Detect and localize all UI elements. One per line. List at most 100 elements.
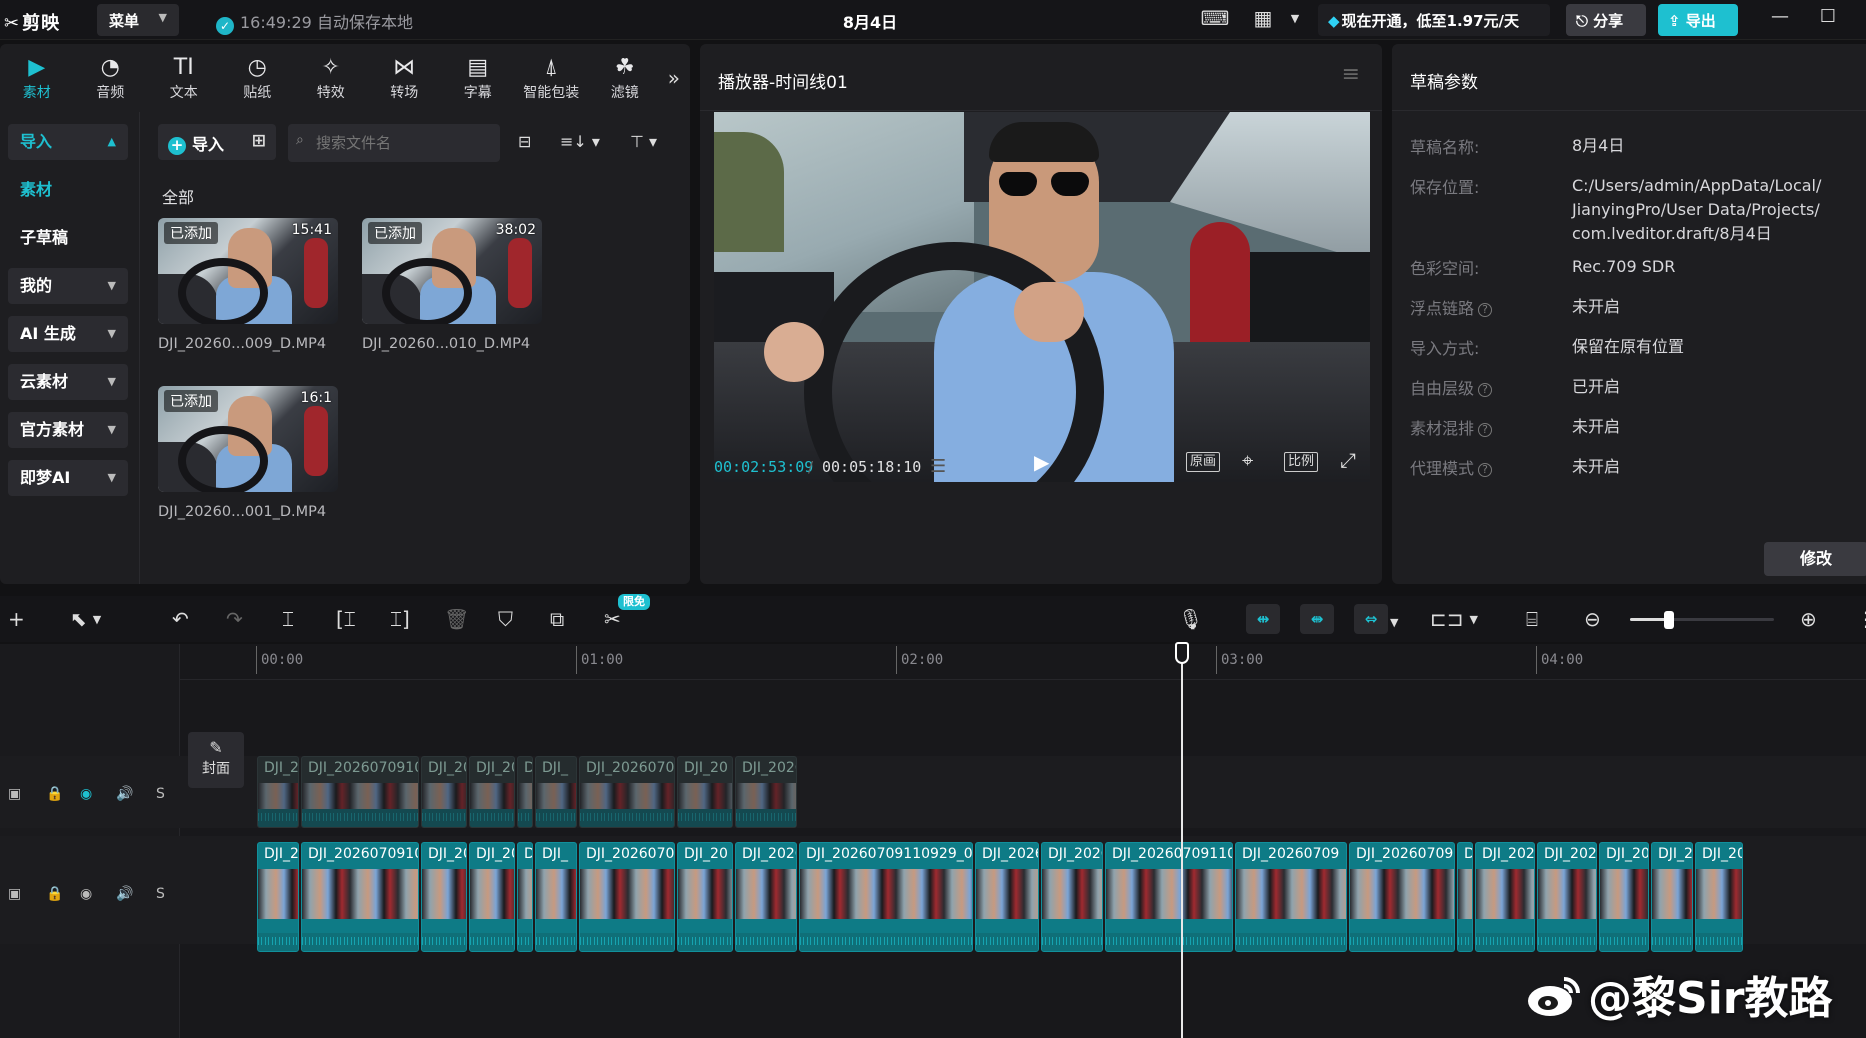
zoom-out-icon[interactable]: ⊖: [1584, 606, 1601, 632]
filter-sort-icon[interactable]: ⊤ ▾: [630, 132, 657, 151]
preview-axis-icon[interactable]: ⊏⊐ ▼: [1430, 606, 1478, 632]
cover-button[interactable]: ✎ 封面: [188, 732, 244, 788]
playhead[interactable]: [1181, 644, 1183, 1038]
timeline-clip[interactable]: DJI_202: [1475, 842, 1535, 952]
timeline-clip[interactable]: DJI_: [535, 842, 577, 952]
volume-icon[interactable]: 🔊: [116, 786, 133, 802]
tab-audio[interactable]: ◔ 音频: [74, 44, 148, 112]
timeline-clip[interactable]: DJI_2026: [1041, 842, 1103, 952]
timeline-clip[interactable]: DJI_2026: [735, 842, 797, 952]
auto-snap-toggle[interactable]: ⇼: [1300, 604, 1334, 634]
timeline-clip[interactable]: DJI_20: [421, 756, 467, 828]
marker-icon[interactable]: ⛉: [498, 606, 513, 632]
sidebar-item-subdraft[interactable]: 子草稿: [8, 220, 131, 256]
timeline-clip[interactable]: D: [517, 756, 533, 828]
timeline-clip[interactable]: DJI_2026: [975, 842, 1039, 952]
tab-transition[interactable]: ⋈ 转场: [368, 44, 442, 112]
help-icon[interactable]: ?: [1478, 463, 1493, 477]
zoom-knob[interactable]: [1663, 611, 1674, 629]
import-button[interactable]: + 导入 ⊞: [158, 124, 276, 160]
search-input[interactable]: [288, 124, 500, 162]
select-pointer-icon[interactable]: ⬉ ▼: [70, 606, 101, 632]
tab-smart-package[interactable]: ⍋ 智能包装: [515, 44, 589, 112]
qr-grid-icon[interactable]: ⊞: [252, 131, 266, 151]
maximize-button[interactable]: ☐: [1810, 6, 1846, 34]
smart-cut-icon[interactable]: ✂: [604, 606, 621, 632]
timeline-clip[interactable]: DJI_2: [257, 756, 299, 828]
help-icon[interactable]: ?: [1478, 423, 1493, 437]
timeline-clip[interactable]: DJI_202: [1695, 842, 1743, 952]
timeline-clip[interactable]: DJI_20: [677, 842, 733, 952]
aspect-ratio-button[interactable]: 比例: [1284, 452, 1319, 472]
timeline-clip[interactable]: DJI_2: [1651, 842, 1693, 952]
sidebar-item-official[interactable]: 官方素材 ▼: [8, 412, 128, 448]
tab-media[interactable]: ▶ 素材: [0, 44, 74, 112]
delete-icon[interactable]: 🗑: [444, 606, 469, 632]
frame-grid-icon[interactable]: ☰: [930, 456, 946, 477]
timeline-clip[interactable]: D: [517, 842, 533, 952]
vip-promo-button[interactable]: ◆ 现在开通，低至1.97元/天: [1318, 4, 1550, 36]
play-button[interactable]: ▶: [1034, 450, 1058, 476]
eye-icon[interactable]: ◉: [80, 786, 92, 802]
time-ruler[interactable]: 00:00 01:00 02:00 03:00 04:00: [180, 644, 1866, 680]
trim-right-icon[interactable]: ⌶]: [390, 606, 410, 632]
linkage-chevron-icon[interactable]: ▼: [1390, 610, 1398, 636]
sidebar-item-cloud[interactable]: 云素材 ▼: [8, 364, 128, 400]
layout-icon[interactable]: ▦: [1248, 6, 1278, 34]
original-quality-button[interactable]: 原画: [1186, 452, 1221, 472]
timeline-clip[interactable]: DJI_20260709: [1235, 842, 1347, 952]
timeline-clip[interactable]: DJI_2026: [1537, 842, 1597, 952]
timeline-clip[interactable]: DJI_2026070: [579, 756, 675, 828]
sidebar-item-jimeng-ai[interactable]: 即梦AI ▼: [8, 460, 128, 496]
tab-sticker[interactable]: ◷ 贴纸: [221, 44, 295, 112]
timeline-clip[interactable]: DJI_20: [1599, 842, 1649, 952]
tab-filter[interactable]: ☘ 滤镜: [588, 44, 662, 112]
eye-icon[interactable]: ◉: [80, 886, 92, 902]
timeline-clip[interactable]: D: [1457, 842, 1473, 952]
playhead-handle[interactable]: [1175, 642, 1189, 664]
screenshot-focus-icon[interactable]: ⌖: [1242, 448, 1253, 472]
fit-timeline-icon[interactable]: ⌸: [1526, 606, 1538, 632]
microphone-icon[interactable]: 🎙: [1178, 606, 1203, 632]
hamburger-menu-icon[interactable]: ≡: [1342, 62, 1360, 87]
sidebar-item-mine[interactable]: 我的 ▼: [8, 268, 128, 304]
menu-button[interactable]: 菜单 ▼: [97, 4, 179, 36]
sidebar-item-ai-generate[interactable]: AI 生成 ▼: [8, 316, 128, 352]
main-track-magnet-toggle[interactable]: ⇹: [1246, 604, 1280, 634]
tab-text[interactable]: TI 文本: [147, 44, 221, 112]
zoom-in-icon[interactable]: ⊕: [1800, 606, 1817, 632]
timeline-clip[interactable]: DJI_20260709: [1349, 842, 1455, 952]
timeline-clip[interactable]: DJI_20: [677, 756, 733, 828]
share-button[interactable]: ⎋ 分享: [1566, 4, 1646, 36]
zoom-slider[interactable]: [1630, 611, 1774, 629]
timeline-clip[interactable]: DJI_2026070910: [301, 756, 419, 828]
timeline-clip[interactable]: DJI_202607091109: [1105, 842, 1233, 952]
video-preview[interactable]: [714, 112, 1370, 482]
tab-effects[interactable]: ✧ 特效: [294, 44, 368, 112]
keyboard-shortcuts-icon[interactable]: ⌨: [1200, 6, 1230, 34]
sidebar-item-media[interactable]: 素材: [8, 172, 131, 208]
auto-reframe-icon[interactable]: ⧉: [550, 606, 564, 632]
solo-button[interactable]: S: [156, 786, 165, 802]
redo-icon[interactable]: ↷: [226, 606, 243, 632]
timeline-clip[interactable]: DJI_2: [257, 842, 299, 952]
media-clip[interactable]: 已添加 38:02 DJI_20260...010_D.MP4: [362, 218, 542, 352]
timeline-clip[interactable]: DJI_20: [421, 842, 467, 952]
more-tabs-icon[interactable]: »: [668, 66, 680, 90]
tab-subtitle[interactable]: ▤ 字幕: [441, 44, 515, 112]
add-track-icon[interactable]: +: [8, 606, 25, 632]
linkage-toggle[interactable]: ⇔: [1354, 604, 1388, 634]
more-options-icon[interactable]: ⋮: [1856, 606, 1866, 632]
help-icon[interactable]: ?: [1478, 303, 1493, 317]
sort-icon[interactable]: ≡↓ ▾: [560, 132, 600, 151]
lock-icon[interactable]: 🔒: [46, 886, 63, 902]
grid-view-icon[interactable]: ⊟: [518, 132, 531, 151]
timeline-clip[interactable]: DJI_2026070: [579, 842, 675, 952]
media-clip[interactable]: 已添加 15:41 DJI_20260...009_D.MP4: [158, 218, 338, 352]
volume-icon[interactable]: 🔊: [116, 886, 133, 902]
timeline-clip[interactable]: DJI_2026070910: [301, 842, 419, 952]
fullscreen-icon[interactable]: ⤢: [1340, 448, 1356, 472]
timeline-clip[interactable]: DJI_20: [469, 756, 515, 828]
help-icon[interactable]: ?: [1478, 383, 1493, 397]
minimize-button[interactable]: —: [1762, 6, 1798, 34]
